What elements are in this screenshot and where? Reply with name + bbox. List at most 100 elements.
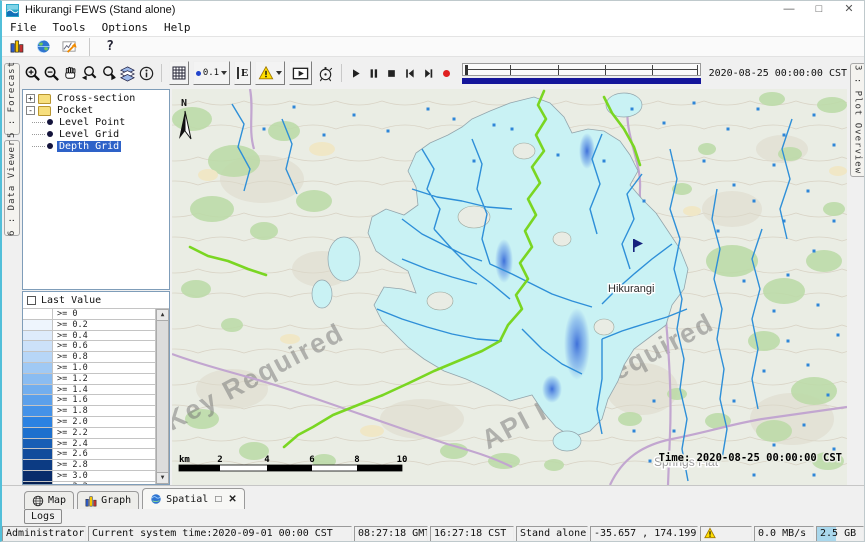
- slider-thumb[interactable]: [465, 65, 468, 75]
- last-value-label: Last Value: [41, 295, 101, 306]
- tree-item-label[interactable]: Depth Grid: [57, 141, 121, 152]
- interval-dropdown[interactable]: 0.1: [193, 61, 230, 85]
- memory-label: 2.5 GB: [820, 528, 856, 539]
- legend-row[interactable]: >= 2.2: [23, 428, 155, 439]
- legend-row[interactable]: >= 1.8: [23, 406, 155, 417]
- pause-button[interactable]: [366, 61, 382, 85]
- legend-row[interactable]: >= 2.4: [23, 439, 155, 450]
- stop-button[interactable]: [384, 61, 400, 85]
- chart-display-icon[interactable]: [59, 35, 79, 59]
- maximize-panel-button[interactable]: □: [215, 494, 221, 505]
- step-end-button[interactable]: [420, 61, 436, 85]
- tree-connector-line: [32, 146, 45, 147]
- legend-row[interactable]: >= 0: [23, 309, 155, 320]
- legend-row[interactable]: >= 1.0: [23, 363, 155, 374]
- warning-dropdown[interactable]: [255, 61, 285, 85]
- legend-row-label: >= 0.6: [53, 341, 155, 351]
- menu-bar: File Tools Options Help: [2, 19, 864, 37]
- globe-icon[interactable]: [33, 35, 53, 59]
- legend-row[interactable]: >= 2.0: [23, 417, 155, 428]
- legend-row[interactable]: >= 1.6: [23, 395, 155, 406]
- layers-icon[interactable]: [119, 61, 136, 85]
- legend-color-swatch: [23, 439, 53, 449]
- zoom-in-icon[interactable]: [24, 61, 41, 85]
- maximize-button[interactable]: □: [804, 1, 834, 19]
- menu-item-tools[interactable]: Tools: [45, 19, 94, 36]
- tree-item[interactable]: Level Point: [23, 117, 169, 129]
- time-slider-track[interactable]: [462, 63, 700, 76]
- tree-item-label[interactable]: Pocket: [55, 105, 95, 116]
- legend-row[interactable]: >= 3.2: [23, 482, 155, 484]
- menu-item-options[interactable]: Options: [94, 19, 156, 36]
- minimize-button[interactable]: —: [774, 1, 804, 19]
- status-coordinates: -35.657 , 174.199: [590, 526, 698, 542]
- logs-button[interactable]: Logs: [24, 509, 62, 524]
- menu-item-file[interactable]: File: [2, 19, 45, 36]
- tab-forecast[interactable]: 5 : Forecast: [4, 63, 20, 135]
- tree-node-bullet-icon: [47, 143, 53, 149]
- movie-player-button[interactable]: [289, 61, 312, 85]
- tree-item[interactable]: + Cross-section: [23, 93, 169, 105]
- pan-icon[interactable]: [62, 61, 79, 85]
- tree-item-label[interactable]: Level Grid: [57, 129, 121, 140]
- record-button[interactable]: [438, 61, 454, 85]
- toolbar-separator: [341, 64, 342, 82]
- status-warning-cell[interactable]: [700, 526, 752, 542]
- database-icon[interactable]: [7, 35, 27, 59]
- legend-table: >= 0>= 0.2>= 0.4>= 0.6>= 0.8>= 1.0>= 1.2…: [23, 308, 169, 484]
- close-button[interactable]: ✕: [834, 1, 864, 19]
- grid-display-button[interactable]: [169, 61, 189, 85]
- legend-color-swatch: [23, 363, 53, 373]
- menu-item-help[interactable]: Help: [156, 19, 199, 36]
- map-canvas[interactable]: API Key Required API Key Required Hikura…: [172, 89, 847, 485]
- scroll-up-icon[interactable]: ▲: [156, 309, 169, 321]
- legend-row[interactable]: >= 2.8: [23, 460, 155, 471]
- help-icon[interactable]: ?: [100, 35, 120, 59]
- legend-color-swatch: [23, 482, 53, 484]
- tab-spatial[interactable]: Spatial □ ✕: [142, 488, 245, 509]
- tree-expander[interactable]: +: [26, 94, 35, 103]
- tree-item-label[interactable]: Cross-section: [55, 93, 137, 104]
- scroll-down-icon[interactable]: ▼: [156, 472, 169, 484]
- legend-row[interactable]: >= 0.4: [23, 331, 155, 342]
- tree-expander[interactable]: -: [26, 106, 35, 115]
- close-panel-button[interactable]: ✕: [228, 494, 236, 505]
- legend-row[interactable]: >= 0.2: [23, 320, 155, 331]
- zoom-previous-icon[interactable]: [81, 61, 98, 85]
- last-value-checkbox[interactable]: [27, 296, 36, 305]
- scrollbar-thumb[interactable]: [156, 321, 169, 472]
- tab-map[interactable]: Map: [24, 491, 74, 509]
- tree-item-label[interactable]: Level Point: [57, 117, 127, 128]
- zoom-next-icon[interactable]: [100, 61, 117, 85]
- legend-row-label: >= 0: [53, 309, 155, 319]
- legend-row[interactable]: >= 2.6: [23, 449, 155, 460]
- tree-item[interactable]: - Pocket: [23, 105, 169, 117]
- animation-icon[interactable]: [315, 61, 334, 85]
- status-user: Administrator: [2, 526, 86, 542]
- legend-row[interactable]: >= 3.0: [23, 471, 155, 482]
- contour-label-button[interactable]: E: [234, 61, 251, 85]
- tree-item[interactable]: Depth Grid: [23, 140, 169, 152]
- legend-scrollbar[interactable]: ▲ ▼: [155, 309, 169, 484]
- tab-graph[interactable]: Graph: [77, 491, 139, 509]
- tree-item[interactable]: Level Grid: [23, 128, 169, 140]
- legend-row[interactable]: >= 1.4: [23, 385, 155, 396]
- legend-color-swatch: [23, 417, 53, 427]
- legend-row[interactable]: >= 0.8: [23, 352, 155, 363]
- legend-color-swatch: [23, 449, 53, 459]
- step-start-button[interactable]: [402, 61, 418, 85]
- zoom-out-icon[interactable]: [43, 61, 60, 85]
- legend-row[interactable]: >= 0.6: [23, 341, 155, 352]
- time-slider[interactable]: [462, 63, 700, 84]
- town-label: Hikurangi: [608, 283, 654, 295]
- info-icon[interactable]: [138, 61, 155, 85]
- tab-data-viewer[interactable]: 6 : Data Viewer: [4, 140, 20, 236]
- logs-row: Logs: [24, 509, 62, 524]
- bottom-tab-bar: Map Graph Spatial □ ✕: [2, 485, 864, 509]
- play-button[interactable]: [348, 61, 364, 85]
- legend-row-label: >= 0.4: [53, 331, 155, 341]
- legend-row[interactable]: >= 1.2: [23, 374, 155, 385]
- timeline-date-label: 2020-08-25 00:00:00 CST: [709, 68, 847, 79]
- map-tab-globe-icon: [32, 495, 44, 507]
- tab-plot-overview[interactable]: 3 : Plot Overview: [850, 63, 865, 177]
